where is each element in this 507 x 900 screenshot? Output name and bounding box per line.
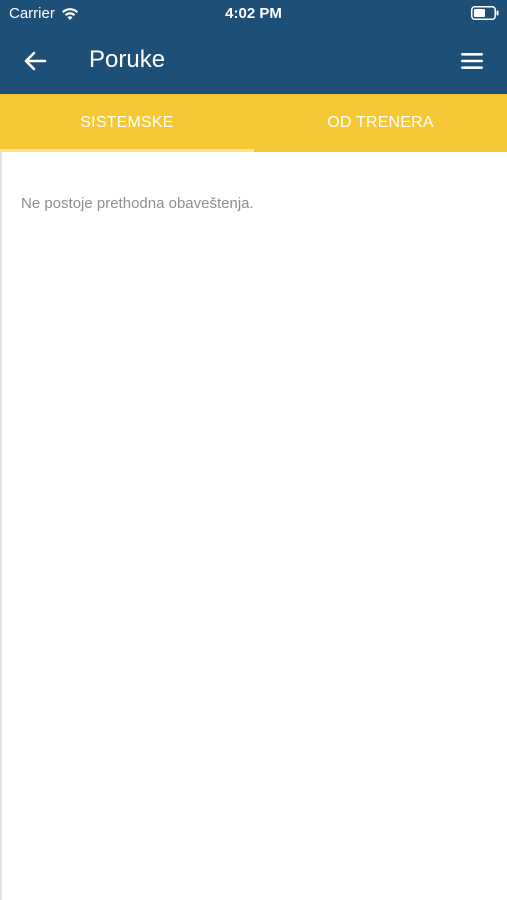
messages-list: Ne postoje prethodna obaveštenja.: [0, 152, 507, 900]
page-title: Poruke: [89, 46, 166, 73]
hamburger-menu-icon: [461, 53, 483, 69]
content-left-border: [0, 152, 2, 900]
status-bar: Carrier 4:02 PM: [0, 0, 507, 28]
tab-od-trenera[interactable]: OD TRENERA: [254, 94, 507, 152]
app-header: Carrier 4:02 PM Poruke: [0, 0, 507, 94]
status-time: 4:02 PM: [225, 5, 282, 22]
arrow-left-icon: [24, 51, 47, 71]
back-button[interactable]: [18, 45, 52, 77]
empty-state-message: Ne postoje prethodna obaveštenja.: [21, 195, 254, 212]
battery-icon: [471, 6, 499, 20]
tab-sistemske[interactable]: SISTEMSKE: [0, 94, 254, 152]
nav-bar: Poruke: [0, 28, 507, 94]
tab-bar: SISTEMSKE OD TRENERA: [0, 94, 507, 152]
menu-button[interactable]: [455, 45, 489, 77]
